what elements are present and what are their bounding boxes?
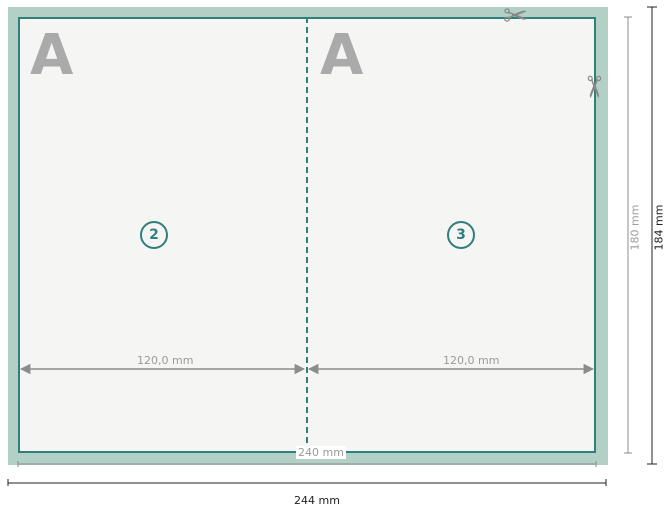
right-panel-width-label: 120,0 mm: [443, 354, 500, 367]
left-panel-width-label: 120,0 mm: [137, 354, 194, 367]
trim-height-label: 180 mm: [628, 204, 642, 251]
trim-width-label: 240 mm: [296, 446, 346, 459]
bleed-width-label: 244 mm: [294, 494, 340, 507]
dimension-lines: [7, 6, 657, 486]
bleed-height-label: 184 mm: [652, 204, 664, 251]
